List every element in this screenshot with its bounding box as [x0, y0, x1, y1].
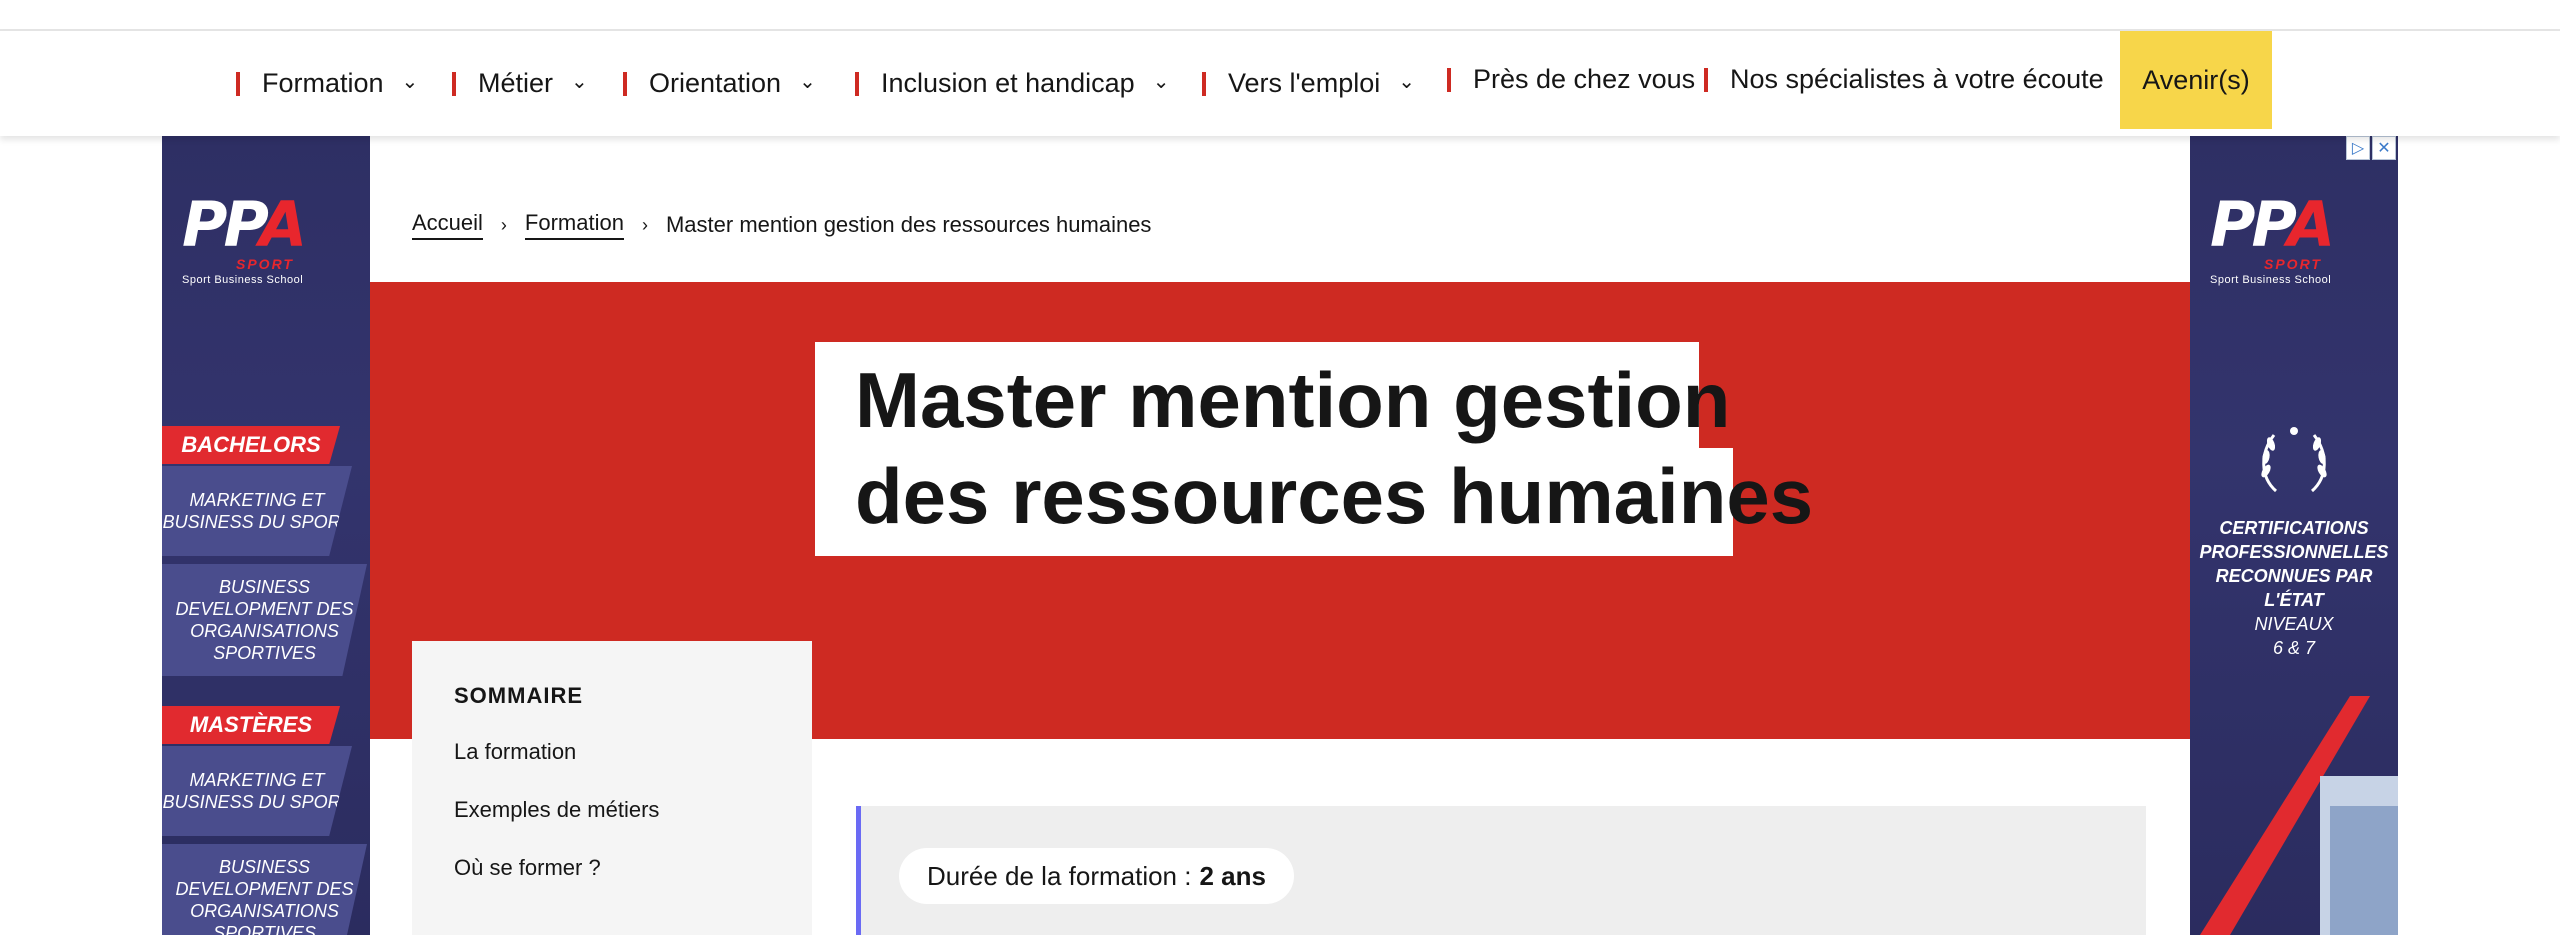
chevron-down-icon: ⌄	[799, 71, 816, 93]
logo-letters: PPA	[2210, 188, 2335, 261]
chevron-down-icon: ⌄	[571, 71, 588, 93]
ad-program-item: MARKETING ET BUSINESS DU SPORT	[162, 466, 352, 556]
ppa-logo: PPA SPORT Sport Business School	[2210, 188, 2380, 298]
nav-item-inclusion-handicap[interactable]: Inclusion et handicap ⌄	[855, 31, 1169, 136]
nav-item-formation[interactable]: Formation ⌄	[236, 31, 418, 136]
nav-item-label: Orientation	[649, 68, 782, 98]
cert-levels-label: NIVEAUX	[2254, 614, 2334, 634]
nav-separator	[855, 71, 859, 96]
logo-letters: PPA	[182, 188, 307, 261]
left-ad-banner[interactable]: PPA SPORT Sport Business School BACHELOR…	[162, 136, 370, 935]
ad-program-item: BUSINESS DEVELOPMENT DES ORGANISATIONS S…	[162, 844, 367, 935]
logo-sport: SPORT	[2264, 256, 2322, 272]
nav-separator	[452, 71, 456, 96]
sommaire-title: SOMMAIRE	[454, 683, 583, 708]
close-icon[interactable]: ✕	[2372, 136, 2396, 160]
chevron-right-icon: ›	[500, 214, 507, 235]
chevron-down-icon: ⌄	[1152, 71, 1170, 93]
adchoices-icon[interactable]: ▷	[2346, 136, 2370, 160]
nav-item-label: Formation	[262, 68, 384, 98]
sommaire-panel: SOMMAIRE La formation Exemples de métier…	[412, 641, 812, 935]
cert-title: CERTIFICATIONS PROFESSIONNELLES RECONNUE…	[2199, 518, 2389, 610]
nav-item-metier[interactable]: Métier ⌄	[452, 31, 588, 136]
nav-item-label: Près de chez vous	[1473, 64, 1696, 94]
nav-separator	[236, 71, 240, 96]
ad-program-item: MARKETING ET BUSINESS DU SPORT	[162, 746, 352, 836]
breadcrumb-link-accueil[interactable]: Accueil	[412, 210, 483, 240]
nav-item-label: Nos spécialistes à votre écoute	[1730, 64, 2104, 94]
breadcrumb-link-formation[interactable]: Formation	[524, 210, 624, 240]
nav-item-label: Vers l'emploi	[1228, 68, 1381, 98]
ppa-logo: PPA SPORT Sport Business School	[182, 188, 352, 298]
top-utility-strip	[0, 0, 2560, 31]
sommaire-link-ou-se-former[interactable]: Où se former ?	[454, 855, 770, 881]
ad-decoration-graphic	[2200, 696, 2398, 935]
nav-item-label: Métier	[478, 68, 554, 98]
chevron-down-icon: ⌄	[1398, 71, 1415, 93]
nav-separator	[1202, 71, 1206, 96]
right-ad-banner[interactable]: ▷ ✕ PPA SPORT Sport Business School CERT…	[2190, 136, 2398, 935]
nav-separator	[1447, 67, 1451, 92]
page-title-line-2: des ressources humaines	[815, 448, 1813, 556]
nav-item-pres-de-chez-vous[interactable]: Près de chez vous	[1447, 27, 1695, 132]
nav-item-label: Inclusion et handicap	[881, 68, 1135, 98]
chevron-right-icon: ›	[641, 214, 648, 235]
nav-separator	[623, 71, 627, 96]
certifications-text: CERTIFICATIONS PROFESSIONNELLES RECONNUE…	[2190, 516, 2398, 660]
avenirs-button[interactable]: Avenir(s)	[2120, 31, 2272, 129]
nav-separator	[1704, 67, 1708, 92]
ad-program-item: BUSINESS DEVELOPMENT DES ORGANISATIONS S…	[162, 564, 367, 676]
logo-tagline: Sport Business School	[2210, 274, 2332, 286]
logo-tagline: Sport Business School	[182, 274, 304, 286]
nav-item-vers-emploi[interactable]: Vers l'emploi ⌄	[1202, 31, 1415, 136]
chevron-down-icon: ⌄	[401, 71, 419, 93]
sommaire-link-formation[interactable]: La formation	[454, 739, 770, 765]
masteres-tag: MASTÈRES	[162, 706, 340, 744]
sommaire-link-metiers[interactable]: Exemples de métiers	[454, 797, 770, 823]
nav-item-orientation[interactable]: Orientation ⌄	[623, 31, 816, 136]
cert-levels: 6 & 7	[2272, 638, 2316, 658]
breadcrumb: Accueil › Formation › Master mention ges…	[412, 210, 1151, 240]
nav-item-specialistes[interactable]: Nos spécialistes à votre écoute	[1704, 27, 2104, 132]
formation-info-box: Durée de la formation : 2 ans	[856, 806, 2146, 935]
ad-controls: ▷ ✕	[2346, 136, 2396, 160]
logo-sport: SPORT	[236, 256, 294, 272]
page-title-line-1: Master mention gestion	[815, 342, 1730, 448]
breadcrumb-current: Master mention gestion des ressources hu…	[665, 212, 1152, 237]
page-title: Master mention gestion des ressources hu…	[815, 342, 1813, 556]
duration-value: 2 ans	[1199, 860, 1266, 891]
duration-badge: Durée de la formation : 2 ans	[899, 848, 1294, 904]
laurel-icon	[2261, 427, 2327, 493]
bachelors-tag: BACHELORS	[162, 426, 340, 464]
duration-label: Durée de la formation :	[927, 860, 1192, 891]
